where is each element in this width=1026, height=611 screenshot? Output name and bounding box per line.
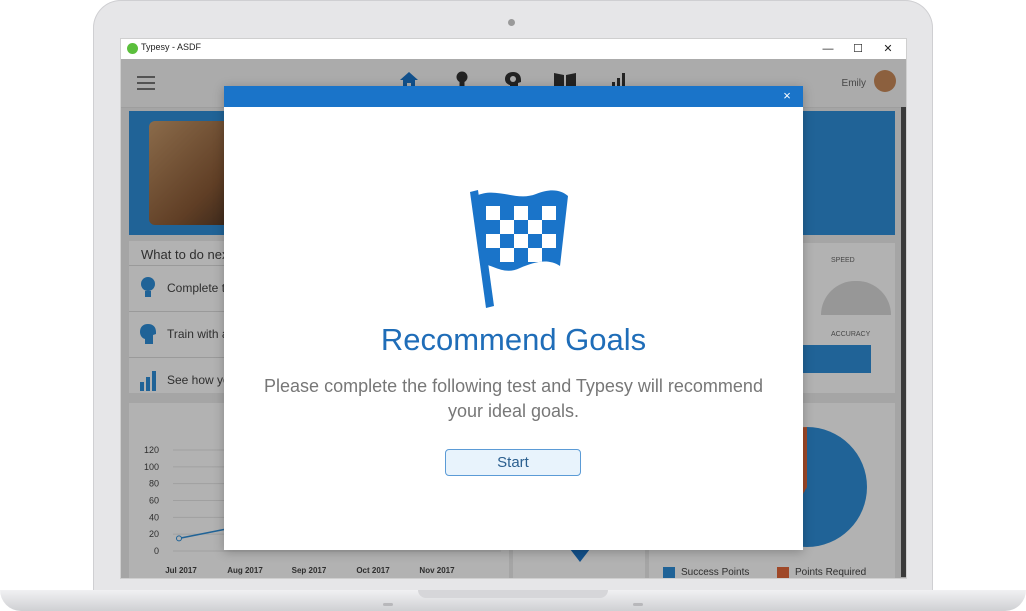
start-button[interactable]: Start (445, 449, 581, 476)
close-window-button[interactable]: ✕ (878, 40, 898, 58)
recommend-goals-dialog: × Recommend Goals Please complete the fo… (224, 86, 803, 550)
laptop-foot (633, 603, 643, 606)
typesy-logo-icon (127, 43, 138, 54)
dialog-description: Please complete the following test and T… (264, 376, 763, 421)
dialog-title: Recommend Goals (380, 322, 647, 357)
maximize-button[interactable]: ☐ (848, 40, 868, 58)
scrollbar[interactable] (901, 107, 906, 577)
laptop-notch (418, 590, 608, 598)
laptop-foot (383, 603, 393, 606)
minimize-button[interactable]: — (818, 40, 838, 58)
close-icon[interactable]: × (779, 88, 795, 104)
title-bar: Typesy - ASDF — ☐ ✕ (121, 39, 906, 59)
dialog-header: × (224, 86, 803, 107)
camera-dot (508, 19, 515, 26)
window-title: Typesy - ASDF (141, 42, 202, 52)
checkered-flag-icon (470, 190, 568, 308)
